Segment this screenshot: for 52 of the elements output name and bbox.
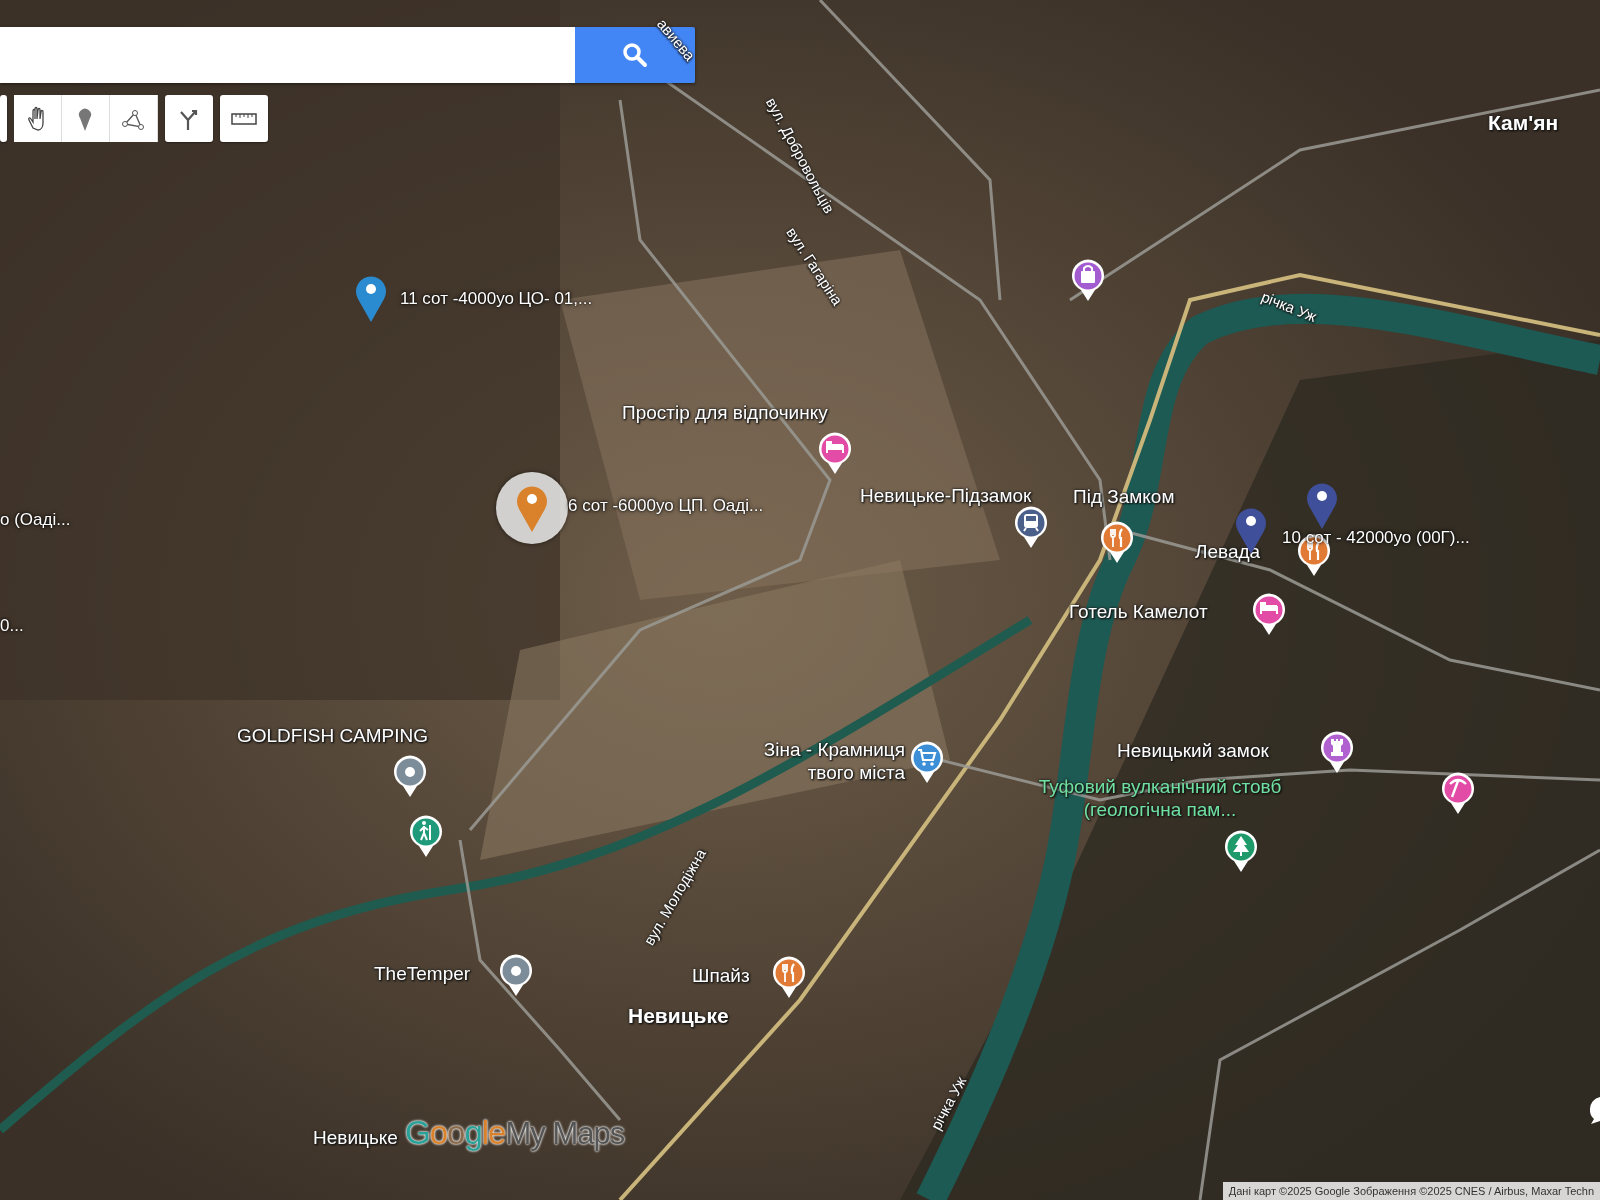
place-name: Кам'ян	[1488, 110, 1559, 136]
place-label: GOLDFISH CAMPING	[237, 725, 429, 748]
pickaxe-icon	[1448, 778, 1468, 799]
shopping-cart-icon	[918, 748, 937, 766]
hiker-icon	[419, 821, 431, 841]
route-tool-button[interactable]	[165, 95, 213, 142]
hand-tool-button[interactable]	[14, 95, 62, 142]
place-label: Туфовий вулканічний стовб (геологічна пам...	[1037, 776, 1283, 822]
place-marker[interactable]	[772, 956, 806, 1000]
speech-bubble-icon[interactable]	[1588, 1095, 1600, 1125]
place-label: TheTemper	[374, 963, 471, 986]
search-icon	[622, 42, 648, 68]
place-label: Невицький замок	[1117, 740, 1269, 763]
place-marker[interactable]	[1014, 506, 1048, 550]
bed-icon	[826, 441, 844, 453]
place-label: Невицьке-Підзамок	[860, 485, 1032, 508]
tree-icon	[1233, 836, 1249, 856]
marker-label: 11 сот -4000уо ЦО- 01,...	[400, 289, 593, 310]
place-label: Шпайз	[692, 965, 750, 988]
place-label: Левада	[1195, 541, 1261, 564]
place-label: Зіна - Крамниця твого міста	[762, 739, 905, 785]
place-name: Невицьке	[628, 1003, 729, 1029]
bag-icon	[1081, 265, 1095, 283]
place-marker[interactable]	[910, 741, 944, 785]
place-marker[interactable]	[1320, 731, 1354, 775]
place-marker[interactable]	[1071, 259, 1105, 303]
place-label: Простір для відпочинку	[622, 402, 828, 425]
place-marker[interactable]	[1224, 830, 1258, 874]
marker-label: о (Оаді...	[0, 510, 71, 531]
castle-icon	[1331, 739, 1343, 756]
search-field[interactable]	[0, 27, 575, 83]
dot-icon	[511, 966, 521, 976]
place-marker[interactable]	[393, 755, 427, 799]
fork-knife-icon	[782, 963, 795, 983]
bed-icon	[1260, 602, 1278, 614]
place-marker[interactable]	[499, 954, 533, 998]
marker-label: 6 сот -6000уо ЦП. Оаді...	[568, 496, 764, 517]
place-marker[interactable]	[409, 815, 443, 859]
street-label: річка Уж	[1258, 287, 1320, 327]
place-label: Готель Камелот	[1069, 601, 1208, 624]
place-marker[interactable]	[1441, 772, 1475, 816]
place-marker[interactable]	[818, 432, 852, 476]
ruler-tool-button[interactable]	[220, 95, 268, 142]
train-icon	[1023, 514, 1039, 532]
place-name: Невицьке	[313, 1127, 398, 1150]
google-my-maps-logo: GoogleMy Maps	[405, 1113, 625, 1153]
place-marker[interactable]	[1252, 593, 1286, 637]
place-marker[interactable]	[1100, 521, 1134, 565]
fork-knife-icon	[1110, 528, 1123, 548]
marker-label: 0...	[0, 616, 24, 637]
street-label: річка Уж	[927, 1073, 971, 1134]
dot-icon	[405, 767, 415, 777]
